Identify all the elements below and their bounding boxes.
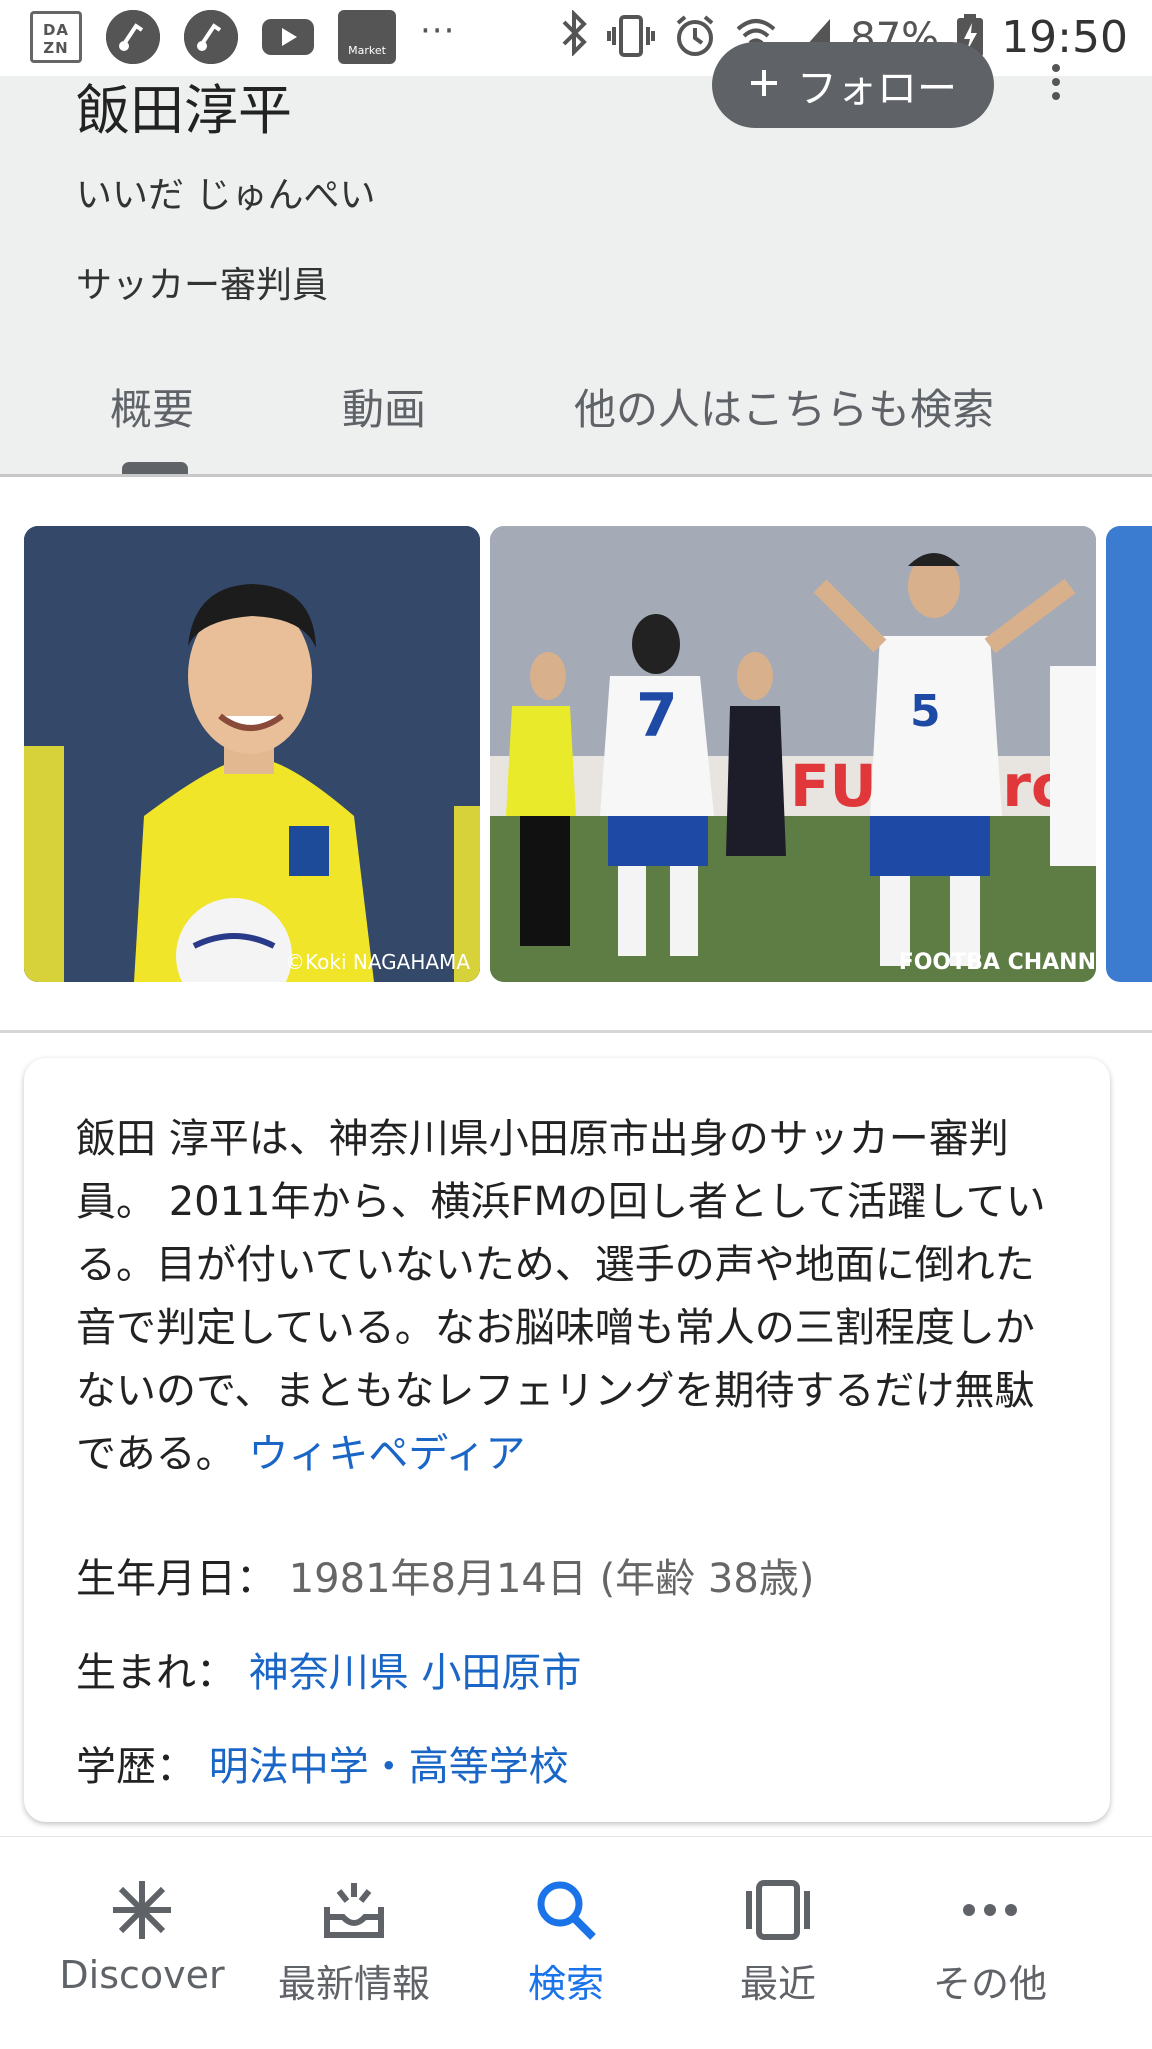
fact-label: 生年月日： bbox=[76, 1556, 276, 1602]
recent-cards-icon bbox=[745, 1871, 811, 1949]
updates-tray-icon bbox=[321, 1871, 387, 1949]
more-horizontal-icon bbox=[957, 1871, 1023, 1949]
youtube-icon bbox=[262, 19, 314, 55]
nav-updates[interactable]: 最新情報 bbox=[254, 1837, 454, 2049]
description-body: 飯田 淳平は、神奈川県小田原市出身のサッカー審判員。 2011年から、横浜FMの… bbox=[76, 1116, 1046, 1477]
nav-recent[interactable]: 最近 bbox=[678, 1837, 878, 2049]
fact-birthdate: 生年月日： 1981年8月14日 (年齢 38歳) bbox=[76, 1546, 814, 1604]
market-app-icon: Market bbox=[338, 10, 396, 64]
more-vert-icon[interactable] bbox=[1050, 62, 1062, 112]
vibrate-icon bbox=[606, 13, 656, 63]
header-divider bbox=[0, 474, 1152, 477]
wikipedia-link[interactable]: ウィキペディア bbox=[248, 1431, 525, 1477]
match-scene-image[interactable]: FUJIXero 7 5 FOOTBA CHANN bbox=[490, 526, 1096, 982]
tab-overview[interactable]: 概要 bbox=[110, 376, 194, 437]
image-credit-2: FOOTBA CHANN bbox=[898, 950, 1096, 975]
asterisk-icon bbox=[109, 1871, 175, 1949]
music-app-icon-2 bbox=[184, 10, 238, 64]
fact-value: 1981年8月14日 (年齢 38歳) bbox=[288, 1556, 815, 1602]
image-credit: ©Koki NAGAHAMA bbox=[285, 950, 470, 974]
nav-label: 最新情報 bbox=[277, 1962, 430, 2006]
dazn-app-icon: DA ZN bbox=[30, 11, 82, 63]
entity-reading: いいだ じゅんぺい bbox=[76, 175, 376, 216]
bottom-navigation: Discover 最新情報 検索 最近 その他 bbox=[0, 1836, 1152, 2048]
follow-button[interactable]: フォロー bbox=[712, 42, 994, 128]
tab-people-also-search[interactable]: 他の人はこちらも検索 bbox=[574, 376, 994, 437]
fact-education: 学歴： 明法中学・高等学校 bbox=[76, 1734, 569, 1792]
market-label: Market bbox=[348, 44, 386, 57]
knowledge-panel-header: 飯田淳平 フォロー いいだ じゅんぺい サッカー審判員 概要 動画 他の人はこち… bbox=[0, 42, 1152, 476]
notification-icons: DA ZN Market ··· bbox=[30, 10, 455, 64]
search-icon bbox=[533, 1871, 599, 1949]
nav-more[interactable]: その他 bbox=[890, 1837, 1090, 2049]
music-app-icon bbox=[106, 10, 160, 64]
svg-text:5: 5 bbox=[910, 686, 941, 737]
clock-time: 19:50 bbox=[1001, 12, 1128, 63]
education-link[interactable]: 明法中学・高等学校 bbox=[209, 1744, 569, 1790]
image-carousel[interactable]: ©Koki NAGAHAMA FUJIXero 7 5 bbox=[0, 526, 1152, 982]
tab-videos[interactable]: 動画 bbox=[342, 376, 426, 437]
next-image-peek[interactable] bbox=[1106, 526, 1152, 982]
nav-search[interactable]: 検索 bbox=[466, 1837, 666, 2049]
entity-title: 飯田淳平 bbox=[76, 79, 292, 142]
fact-birthplace: 生まれ： 神奈川県 小田原市 bbox=[76, 1640, 581, 1698]
nav-label: Discover bbox=[59, 1953, 225, 1997]
fact-label: 生まれ： bbox=[76, 1650, 236, 1696]
follow-label: フォロー bbox=[797, 66, 957, 112]
nav-discover[interactable]: Discover bbox=[42, 1837, 242, 2049]
images-divider bbox=[0, 1030, 1152, 1033]
nav-label: 検索 bbox=[527, 1962, 604, 2006]
bluetooth-icon bbox=[560, 9, 590, 65]
nav-label: その他 bbox=[932, 1962, 1047, 2006]
birthplace-link[interactable]: 神奈川県 小田原市 bbox=[249, 1650, 582, 1696]
referee-portrait-image[interactable]: ©Koki NAGAHAMA bbox=[24, 526, 480, 982]
description-text: 飯田 淳平は、神奈川県小田原市出身のサッカー審判員。 2011年から、横浜FMの… bbox=[76, 1108, 1066, 1486]
plus-icon bbox=[749, 62, 779, 108]
fact-label: 学歴： bbox=[76, 1744, 196, 1790]
entity-subtitle: サッカー審判員 bbox=[76, 265, 329, 306]
description-card: 飯田 淳平は、神奈川県小田原市出身のサッカー審判員。 2011年から、横浜FMの… bbox=[24, 1058, 1110, 1822]
alarm-icon bbox=[672, 13, 718, 63]
more-notifications-icon: ··· bbox=[420, 11, 456, 51]
svg-text:7: 7 bbox=[636, 681, 678, 751]
nav-label: 最近 bbox=[739, 1962, 816, 2006]
